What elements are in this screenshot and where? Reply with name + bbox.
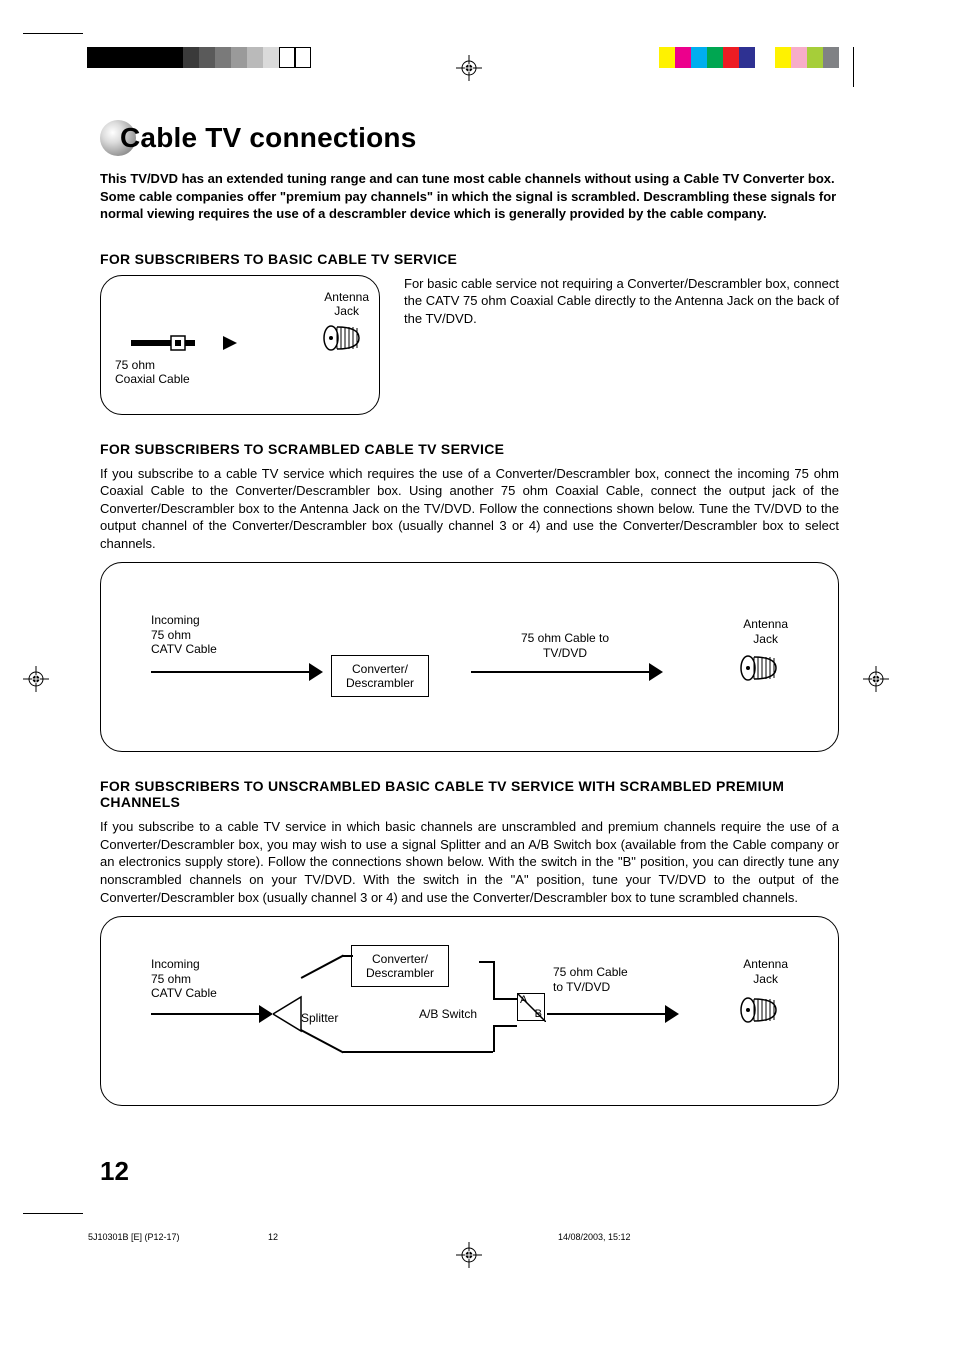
page-content: Cable TV connections This TV/DVD has an …: [100, 120, 839, 1106]
label-ab-switch: A/B Switch: [419, 1007, 477, 1021]
line: [493, 961, 495, 999]
crop-mark: [23, 33, 83, 34]
section2-body: If you subscribe to a cable TV service w…: [100, 465, 839, 553]
label-antenna-jack: Antenna Jack: [743, 617, 788, 646]
diagram-splitter: Incoming 75 ohm CATV Cable Splitter Conv…: [100, 916, 839, 1106]
page-title-row: Cable TV connections: [100, 120, 839, 156]
section3-body: If you subscribe to a cable TV service i…: [100, 818, 839, 906]
antenna-jack-icon: [740, 995, 780, 1030]
print-colorbar-grayscale: [87, 47, 311, 68]
footer-doc-id: 5J10301B [E] (P12-17): [88, 1232, 268, 1242]
splitter-icon: [273, 995, 303, 1038]
converter-box: Converter/ Descrambler: [351, 945, 449, 987]
page-title: Cable TV connections: [120, 122, 417, 154]
intro-paragraph: This TV/DVD has an extended tuning range…: [100, 170, 839, 223]
label-coax-cable: 75 ohm Coaxial Cable: [115, 358, 190, 387]
crop-mark: [23, 1213, 83, 1214]
label-cable-to-tv: 75 ohm Cable to TV/DVD: [553, 965, 628, 994]
section1-text: For basic cable service not requiring a …: [404, 275, 839, 405]
arrow-head-icon: [665, 1005, 679, 1028]
registration-mark-icon: [456, 1242, 482, 1268]
label-antenna-jack: Antenna Jack: [743, 957, 788, 986]
coax-plug-icon: [131, 334, 221, 357]
section3-heading: FOR SUBSCRIBERS TO UNSCRAMBLED BASIC CAB…: [100, 778, 839, 810]
label-a: A: [520, 994, 527, 1006]
label-incoming: Incoming 75 ohm CATV Cable: [151, 613, 217, 656]
footer-datetime: 14/08/2003, 15:12: [558, 1232, 854, 1242]
arrow-line: [151, 671, 311, 673]
antenna-jack-icon: [740, 653, 780, 688]
footer-page: 12: [268, 1232, 558, 1242]
converter-box: Converter/ Descrambler: [331, 655, 429, 697]
ab-switch-icon: A B: [517, 993, 545, 1021]
registration-mark-icon: [456, 55, 482, 81]
line: [493, 1025, 495, 1052]
label-incoming: Incoming 75 ohm CATV Cable: [151, 957, 217, 1000]
label-splitter: Splitter: [301, 1011, 338, 1025]
arrow-head-icon: [309, 663, 323, 686]
arrow-line: [151, 1013, 261, 1015]
registration-mark-icon: [23, 666, 49, 692]
print-colorbar-color: [659, 47, 839, 68]
line: [301, 955, 344, 979]
label-antenna-jack: Antenna Jack: [324, 290, 369, 319]
crop-mark: [853, 47, 854, 87]
registration-mark-icon: [863, 666, 889, 692]
arrow-line: [471, 671, 651, 673]
section1-row: Antenna Jack: [100, 275, 839, 415]
line: [343, 955, 353, 957]
line: [493, 998, 517, 1000]
line: [493, 1025, 517, 1027]
footer: 5J10301B [E] (P12-17) 12 14/08/2003, 15:…: [88, 1232, 854, 1242]
antenna-jack-icon: [323, 323, 363, 358]
diagram-basic: Antenna Jack: [100, 275, 380, 415]
section2-heading: FOR SUBSCRIBERS TO SCRAMBLED CABLE TV SE…: [100, 441, 839, 457]
arrow-head-icon: [259, 1005, 273, 1028]
label-b: B: [535, 1008, 542, 1020]
arrow-icon: [223, 334, 249, 357]
line: [343, 1051, 493, 1053]
arrow-line: [547, 1013, 667, 1015]
line: [301, 1029, 344, 1053]
label-cable-to-tv: 75 ohm Cable to TV/DVD: [521, 631, 609, 660]
page-number: 12: [100, 1156, 129, 1187]
line: [479, 961, 493, 963]
arrow-head-icon: [649, 663, 663, 686]
diagram-scrambled: Incoming 75 ohm CATV Cable Converter/ De…: [100, 562, 839, 752]
section1-heading: FOR SUBSCRIBERS TO BASIC CABLE TV SERVIC…: [100, 251, 839, 267]
